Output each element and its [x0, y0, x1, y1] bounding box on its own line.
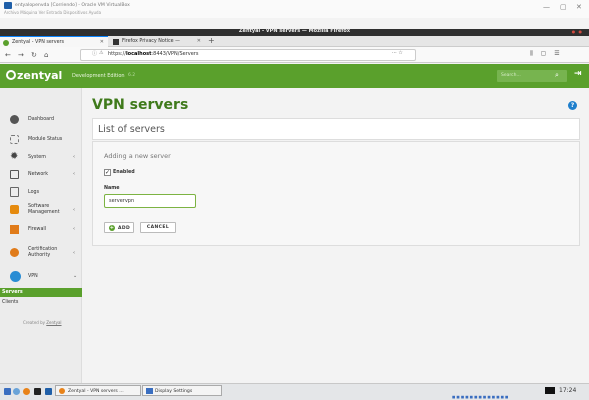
system-gear-icon: ✹ — [10, 151, 19, 162]
sidebar-item-logs[interactable]: Logs — [0, 187, 82, 199]
enabled-label: Enabled — [113, 170, 135, 175]
forward-icon[interactable]: → — [18, 51, 24, 59]
tab-label: Zentyal - VPN servers — [12, 40, 65, 45]
created-by-credit: Created by Zentyal — [23, 320, 62, 325]
cancel-button[interactable]: CANCEL — [140, 222, 176, 233]
enabled-checkbox[interactable]: ✓ — [104, 169, 111, 176]
vpn-icon — [10, 271, 21, 282]
minimize-icon[interactable]: — — [543, 3, 550, 11]
search-icon[interactable]: ⌕ — [555, 71, 559, 80]
tab-firefox-privacy[interactable]: Firefox Privacy Notice — ✕ — [110, 36, 205, 47]
servers-list-panel — [92, 118, 580, 140]
edition-label: Development Edition — [72, 73, 125, 79]
back-icon[interactable]: ← — [5, 51, 11, 59]
name-label: Name — [104, 186, 120, 191]
display-task-icon — [146, 388, 153, 394]
zentyal-logo-icon — [6, 70, 16, 80]
servers-list-heading: List of servers — [98, 124, 165, 135]
taskbar-task-display[interactable]: Display Settings — [142, 385, 222, 396]
sidebar — [0, 88, 82, 385]
sidebar-subitem-clients[interactable]: Clients — [2, 300, 18, 305]
module-status-icon — [10, 135, 19, 144]
tray-icons[interactable]: ■ ■ ■ ■ ■ ■ ■ ■ ■ ■ ■ ■ ■ — [452, 395, 508, 399]
toolbar-menu-icons[interactable]: ⫼ ▢ ☰ — [530, 50, 563, 58]
firefox-window-title: Zentyal - VPN servers — Mozilla Firefox — [238, 28, 351, 34]
virtualbox-icon — [4, 2, 12, 9]
zentyal-link[interactable]: Zentyal — [46, 320, 61, 325]
close-icon[interactable]: ✕ — [576, 3, 582, 11]
virtualbox-title: entyalopenvda [Corriendo] - Oracle VM Vi… — [15, 3, 130, 8]
zentyal-logo[interactable]: zentyal — [6, 69, 62, 82]
sidebar-item-module-status[interactable]: Module Status — [0, 134, 82, 146]
start-menu-icon[interactable] — [4, 388, 11, 395]
sidebar-item-vpn[interactable]: VPN ⌄ — [0, 270, 82, 284]
url-text[interactable]: https://localhost:8443/VPN/Servers — [108, 51, 198, 57]
tab-label: Firefox Privacy Notice — — [122, 39, 180, 44]
taskbar-task-firefox[interactable]: Zentyal - VPN servers ... — [55, 385, 141, 396]
site-info-icon[interactable]: ⓘ — [92, 50, 97, 57]
software-icon — [10, 205, 19, 214]
window-controls-icon[interactable]: ● ● — [572, 29, 583, 34]
sidebar-item-software-management[interactable]: Software Management ‹ — [0, 202, 82, 218]
chevron-left-icon: ‹ — [73, 171, 75, 177]
reload-icon[interactable]: ↻ — [31, 51, 37, 59]
sidebar-item-network[interactable]: Network ‹ — [0, 169, 82, 181]
maximize-icon[interactable]: ▢ — [560, 3, 567, 11]
virtualbox-menu[interactable]: Archivo Máquina Ver Entrada Dispositivos… — [4, 10, 101, 15]
firefox-launcher-icon[interactable] — [23, 388, 30, 395]
chevron-left-icon: ‹ — [73, 207, 75, 213]
app-launcher-icon[interactable] — [45, 388, 52, 395]
privacy-favicon-icon — [113, 39, 119, 45]
version-label: 6.2 — [128, 73, 136, 78]
tab-zentyal-vpn[interactable]: Zentyal - VPN servers ✕ — [0, 36, 108, 47]
firefox-task-icon — [59, 388, 65, 394]
chevron-left-icon: ‹ — [73, 226, 75, 232]
new-tab-icon[interactable]: + — [208, 36, 215, 45]
tray-battery-icon[interactable] — [545, 387, 555, 394]
add-button[interactable]: + ADD — [104, 222, 134, 233]
dashboard-icon — [10, 115, 19, 124]
clock[interactable]: 17:24 — [559, 387, 576, 394]
form-heading: Adding a new server — [104, 152, 171, 160]
zentyal-favicon-icon — [3, 40, 9, 46]
sidebar-item-certification-authority[interactable]: Certification Authority ‹ — [0, 245, 82, 261]
lock-warning-icon[interactable]: ⚠ — [99, 50, 103, 56]
sidebar-subitem-servers[interactable]: Servers — [0, 288, 82, 297]
files-icon[interactable] — [13, 388, 20, 395]
tab-close-icon[interactable]: ✕ — [197, 38, 201, 44]
chevron-left-icon: ‹ — [73, 250, 75, 256]
plus-icon: + — [109, 225, 115, 231]
sidebar-item-dashboard[interactable]: Dashboard — [0, 114, 82, 126]
sidebar-item-firewall[interactable]: Firewall ‹ — [0, 224, 82, 236]
page-title: VPN servers — [92, 97, 189, 113]
logout-icon[interactable]: ⇥ — [574, 69, 582, 79]
certification-icon — [10, 248, 19, 257]
chevron-down-icon: ⌄ — [73, 273, 78, 279]
logs-icon — [10, 187, 19, 197]
page-actions-icon[interactable]: ··· ☆ — [392, 50, 403, 56]
sidebar-item-system[interactable]: ✹ System ‹ — [0, 152, 82, 164]
help-icon[interactable]: ? — [568, 101, 577, 110]
terminal-icon[interactable] — [34, 388, 41, 395]
network-icon — [10, 170, 19, 179]
tab-close-icon[interactable]: ✕ — [100, 39, 104, 45]
home-icon[interactable]: ⌂ — [44, 51, 48, 59]
chevron-left-icon: ‹ — [73, 154, 75, 160]
search-input[interactable]: Search... — [501, 73, 521, 78]
firewall-icon — [10, 225, 19, 234]
name-field[interactable] — [104, 194, 196, 208]
